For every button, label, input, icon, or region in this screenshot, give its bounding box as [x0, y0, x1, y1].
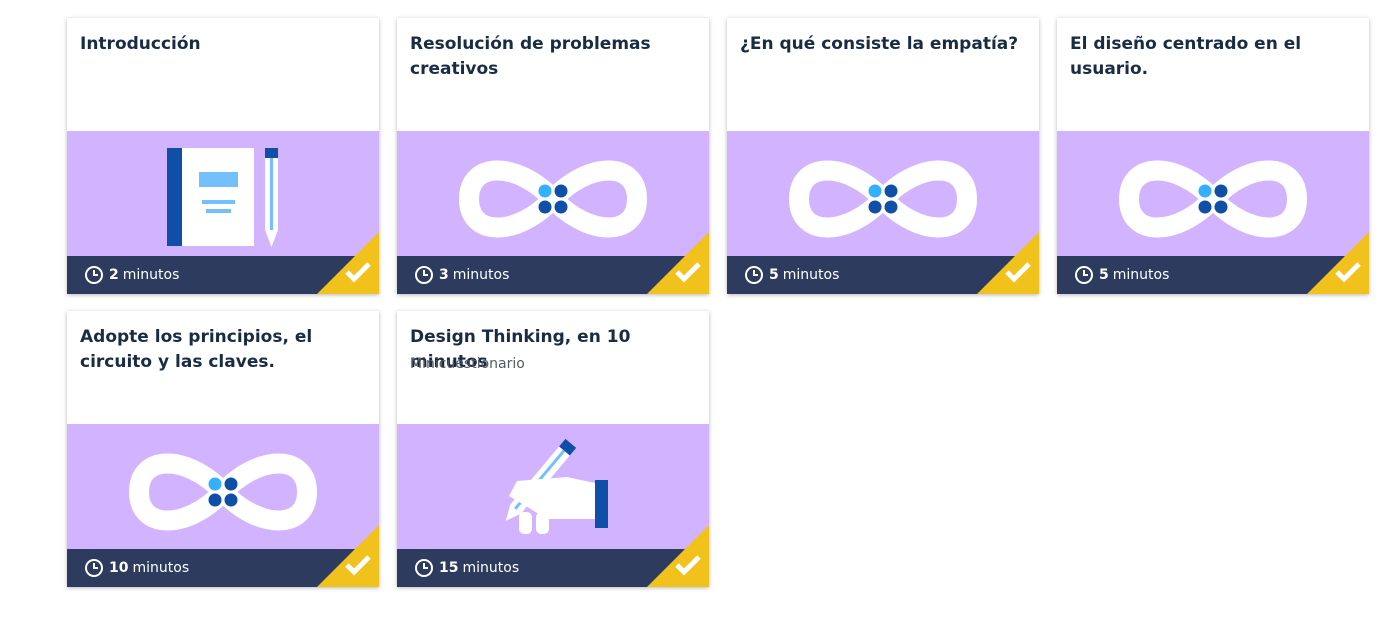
- module-card-resolucion-problemas[interactable]: Resolución de problemas creativos 3 minu…: [397, 18, 709, 294]
- duration-unit: minutos: [1112, 267, 1170, 283]
- duration-label: 10 minutos: [84, 557, 189, 579]
- clock-icon: [85, 266, 103, 284]
- duration-value: 15: [439, 560, 459, 576]
- completed-checkmark-icon: [317, 232, 379, 294]
- card-title: Introducción: [80, 34, 201, 54]
- module-card-diseno-centrado-usuario[interactable]: El diseño centrado en el usuario. 5 minu…: [1057, 18, 1369, 294]
- completed-checkmark-icon: [647, 525, 709, 587]
- duration-label: 15 minutos: [414, 557, 519, 579]
- duration-value: 3: [439, 267, 449, 283]
- card-title: El diseño centrado en el usuario.: [1070, 34, 1302, 79]
- duration-value: 5: [1099, 267, 1109, 283]
- duration-label: 5 minutos: [1074, 264, 1169, 286]
- module-card-design-thinking-quiz[interactable]: Design Thinking, en 10 minutos Minicuest…: [397, 311, 709, 587]
- duration-unit: minutos: [122, 267, 180, 283]
- card-title: Resolución de problemas creativos: [410, 34, 651, 79]
- duration-unit: minutos: [452, 267, 510, 283]
- duration-value: 2: [109, 267, 119, 283]
- module-card-introduccion[interactable]: Introducción 2 minutos: [67, 18, 379, 294]
- duration-unit: minutos: [132, 560, 190, 576]
- duration-label: 2 minutos: [84, 264, 179, 286]
- completed-checkmark-icon: [317, 525, 379, 587]
- clock-icon: [415, 559, 433, 577]
- module-card-empatia[interactable]: ¿En qué consiste la empatía? 5 minutos: [727, 18, 1039, 294]
- duration-unit: minutos: [462, 560, 520, 576]
- card-title: Adopte los principios, el circuito y las…: [80, 327, 313, 372]
- duration-value: 10: [109, 560, 129, 576]
- card-title: ¿En qué consiste la empatía?: [740, 34, 1019, 54]
- completed-checkmark-icon: [977, 232, 1039, 294]
- completed-checkmark-icon: [647, 232, 709, 294]
- duration-unit: minutos: [782, 267, 840, 283]
- clock-icon: [745, 266, 763, 284]
- module-card-principios-circuito-claves[interactable]: Adopte los principios, el circuito y las…: [67, 311, 379, 587]
- duration-label: 5 minutos: [744, 264, 839, 286]
- duration-value: 5: [769, 267, 779, 283]
- completed-checkmark-icon: [1307, 232, 1369, 294]
- clock-icon: [1075, 266, 1093, 284]
- duration-label: 3 minutos: [414, 264, 509, 286]
- card-subtitle: Minicuestionario: [410, 356, 525, 372]
- clock-icon: [85, 559, 103, 577]
- clock-icon: [415, 266, 433, 284]
